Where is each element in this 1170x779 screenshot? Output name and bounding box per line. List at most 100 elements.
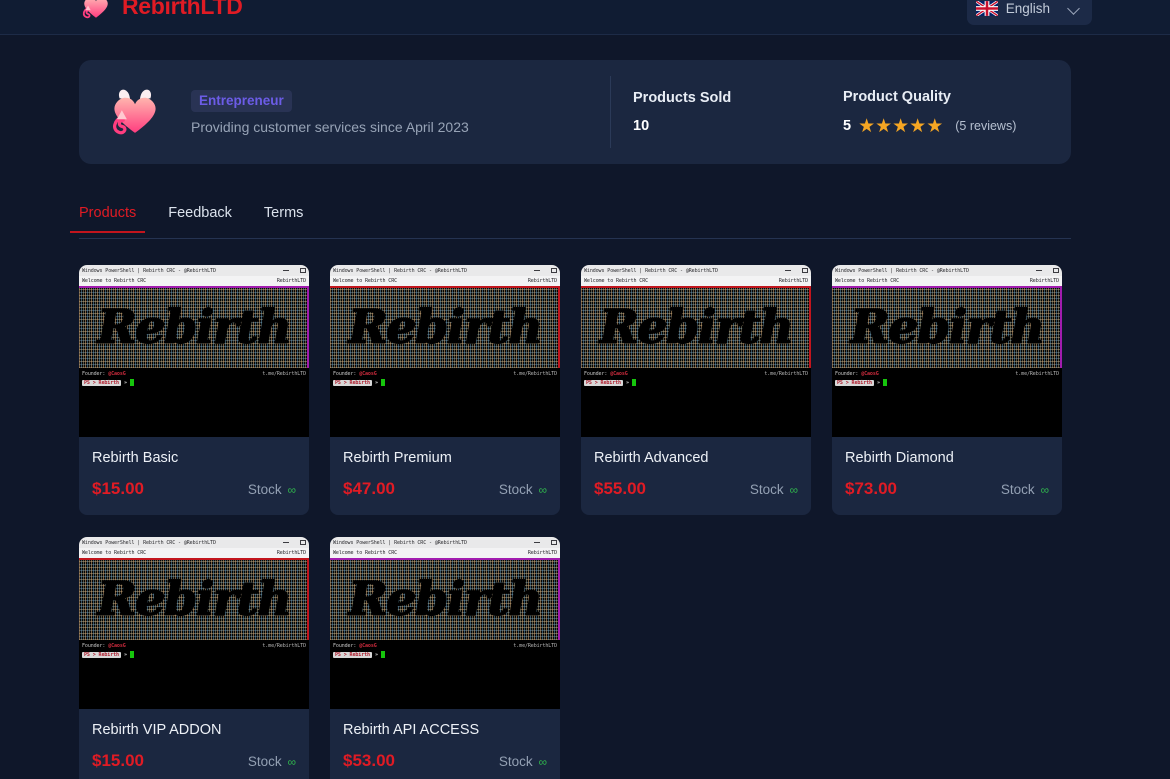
product-grid: Windows PowerShell | Rebirth CRC - @Rebi… [79,265,1071,779]
ascii-art-word: Rebirth [850,300,1045,355]
terminal-cursor [380,651,385,658]
product-card[interactable]: Windows PowerShell | Rebirth CRC - @Rebi… [79,265,309,515]
terminal-cursor [129,651,134,658]
terminal-prompt-chip: PS > Rebirth [82,379,121,386]
ascii-art-word: Rebirth [97,572,292,627]
minimize-icon [283,542,289,543]
product-stock-label: Stock [498,482,537,497]
infinity-icon: ∞ [789,483,798,497]
terminal-prompt-chip: PS > Rebirth [82,651,121,658]
devil-heart-avatar-icon [104,83,166,141]
terminal-prompt-arrow: » [374,651,378,658]
terminal-cursor [882,379,887,386]
banner-edge-accent [307,288,309,368]
product-card[interactable]: Windows PowerShell | Rebirth CRC - @Rebi… [330,537,560,779]
product-stock-label: Stock [247,482,286,497]
terminal-founder: Founder: @CaosG [333,371,377,377]
brand-name: RebirthLTD [122,0,243,19]
terminal-titlebar: Windows PowerShell | Rebirth CRC - @Rebi… [79,265,309,276]
stat-value-products-sold: 10 [633,118,650,134]
product-stock: Stock ∞ [750,482,798,497]
terminal-body: Rebirth Founder: @CaosG t.me/RebirthLTD … [832,288,1062,437]
maximize-icon [300,268,306,273]
terminal-tab-label: Welcome to Rebirth CRC [82,550,147,556]
tab-products[interactable]: Products [69,205,146,233]
maximize-icon [551,268,557,273]
infinity-icon: ∞ [287,755,296,769]
terminal-tabbar: Welcome to Rebirth CRC RebirthLTD [330,276,560,286]
stat-products-sold: Products Sold 10 [611,90,821,134]
terminal-prompt-arrow: » [123,379,127,386]
content-tabs: Products Feedback Terms [69,205,1071,239]
product-card[interactable]: Windows PowerShell | Rebirth CRC - @Rebi… [79,537,309,779]
terminal-link: t.me/RebirthLTD [262,643,306,649]
maximize-icon [802,268,808,273]
product-stock-label: Stock [1000,482,1039,497]
terminal-tab-right-label: RebirthLTD [276,550,306,556]
product-price: $53.00 [343,751,395,770]
terminal-cursor [380,379,385,386]
terminal-link: t.me/RebirthLTD [513,371,557,377]
product-card[interactable]: Windows PowerShell | Rebirth CRC - @Rebi… [581,265,811,515]
product-card[interactable]: Windows PowerShell | Rebirth CRC - @Rebi… [330,265,560,515]
seller-meta: Entrepreneur Providing customer services… [191,89,610,135]
ascii-art-banner: Rebirth [330,288,560,368]
terminal-window-title: Windows PowerShell | Rebirth CRC - @Rebi… [333,539,467,546]
terminal-founder: Founder: @CaosG [82,643,126,649]
product-title: Rebirth API ACCESS [343,722,480,738]
terminal-tab-right-label: RebirthLTD [1029,278,1059,284]
terminal-window-title: Windows PowerShell | Rebirth CRC - @Rebi… [82,539,216,546]
product-stock: Stock ∞ [248,754,296,769]
stat-label-products-sold: Products Sold [633,90,732,106]
terminal-tabbar: Welcome to Rebirth CRC RebirthLTD [330,548,560,558]
terminal-window-buttons [534,537,557,548]
stat-label-product-quality: Product Quality [843,88,951,105]
product-info: Rebirth Basic $15.00 Stock ∞ [79,437,309,515]
product-thumbnail: Windows PowerShell | Rebirth CRC - @Rebi… [79,537,309,709]
product-info: Rebirth VIP ADDON $15.00 Stock ∞ [79,709,309,779]
stat-product-quality: Product Quality 5 ★★★★★ (5 reviews) [821,89,1071,136]
ascii-art-banner: Rebirth [330,560,560,640]
rating-value: 5 [843,118,852,134]
terminal-prompt-line: PS > Rebirth » [330,378,560,387]
product-info: Rebirth API ACCESS $53.00 Stock ∞ [330,709,560,779]
product-price: $15.00 [92,479,144,498]
product-price: $73.00 [845,479,897,498]
terminal-founder: Founder: @CaosG [835,371,879,377]
product-title: Rebirth Premium [343,450,452,466]
terminal-titlebar: Windows PowerShell | Rebirth CRC - @Rebi… [581,265,811,276]
product-stock: Stock ∞ [248,482,296,497]
product-price: $15.00 [92,751,144,770]
language-selector[interactable]: English [966,0,1092,25]
terminal-link: t.me/RebirthLTD [513,643,557,649]
language-label: English [1005,1,1050,16]
infinity-icon: ∞ [287,483,296,497]
product-thumbnail: Windows PowerShell | Rebirth CRC - @Rebi… [330,537,560,709]
product-info: Rebirth Advanced $55.00 Stock ∞ [581,437,811,515]
terminal-tab-right-label: RebirthLTD [527,278,557,284]
ascii-art-banner: Rebirth [79,560,309,640]
tab-terms[interactable]: Terms [264,205,303,232]
ascii-art-word: Rebirth [599,300,794,355]
minimize-icon [534,542,540,543]
terminal-prompt-line: PS > Rebirth » [79,650,309,659]
product-thumbnail: Windows PowerShell | Rebirth CRC - @Rebi… [330,265,560,437]
banner-edge-accent [307,560,309,640]
product-card[interactable]: Windows PowerShell | Rebirth CRC - @Rebi… [832,265,1062,515]
terminal-window-buttons [283,537,306,548]
terminal-tab-right-label: RebirthLTD [778,278,808,284]
terminal-tab-label: Welcome to Rebirth CRC [835,278,900,284]
terminal-body: Rebirth Founder: @CaosG t.me/RebirthLTD … [79,288,309,437]
brand-logo-link[interactable]: RebirthLTD [79,0,243,23]
star-rating-icon: ★★★★★ [858,115,944,137]
top-navbar: RebirthLTD English [0,0,1170,35]
terminal-tab-label: Welcome to Rebirth CRC [82,278,147,284]
terminal-prompt-chip: PS > Rebirth [584,379,623,386]
product-price: $55.00 [594,479,646,498]
reviews-count: (5 reviews) [955,119,1017,133]
terminal-info-line: Founder: @CaosG t.me/RebirthLTD [581,368,811,378]
terminal-prompt-chip: PS > Rebirth [333,651,372,658]
tab-feedback[interactable]: Feedback [168,205,232,232]
product-stock: Stock ∞ [499,482,547,497]
terminal-window-title: Windows PowerShell | Rebirth CRC - @Rebi… [584,267,718,274]
